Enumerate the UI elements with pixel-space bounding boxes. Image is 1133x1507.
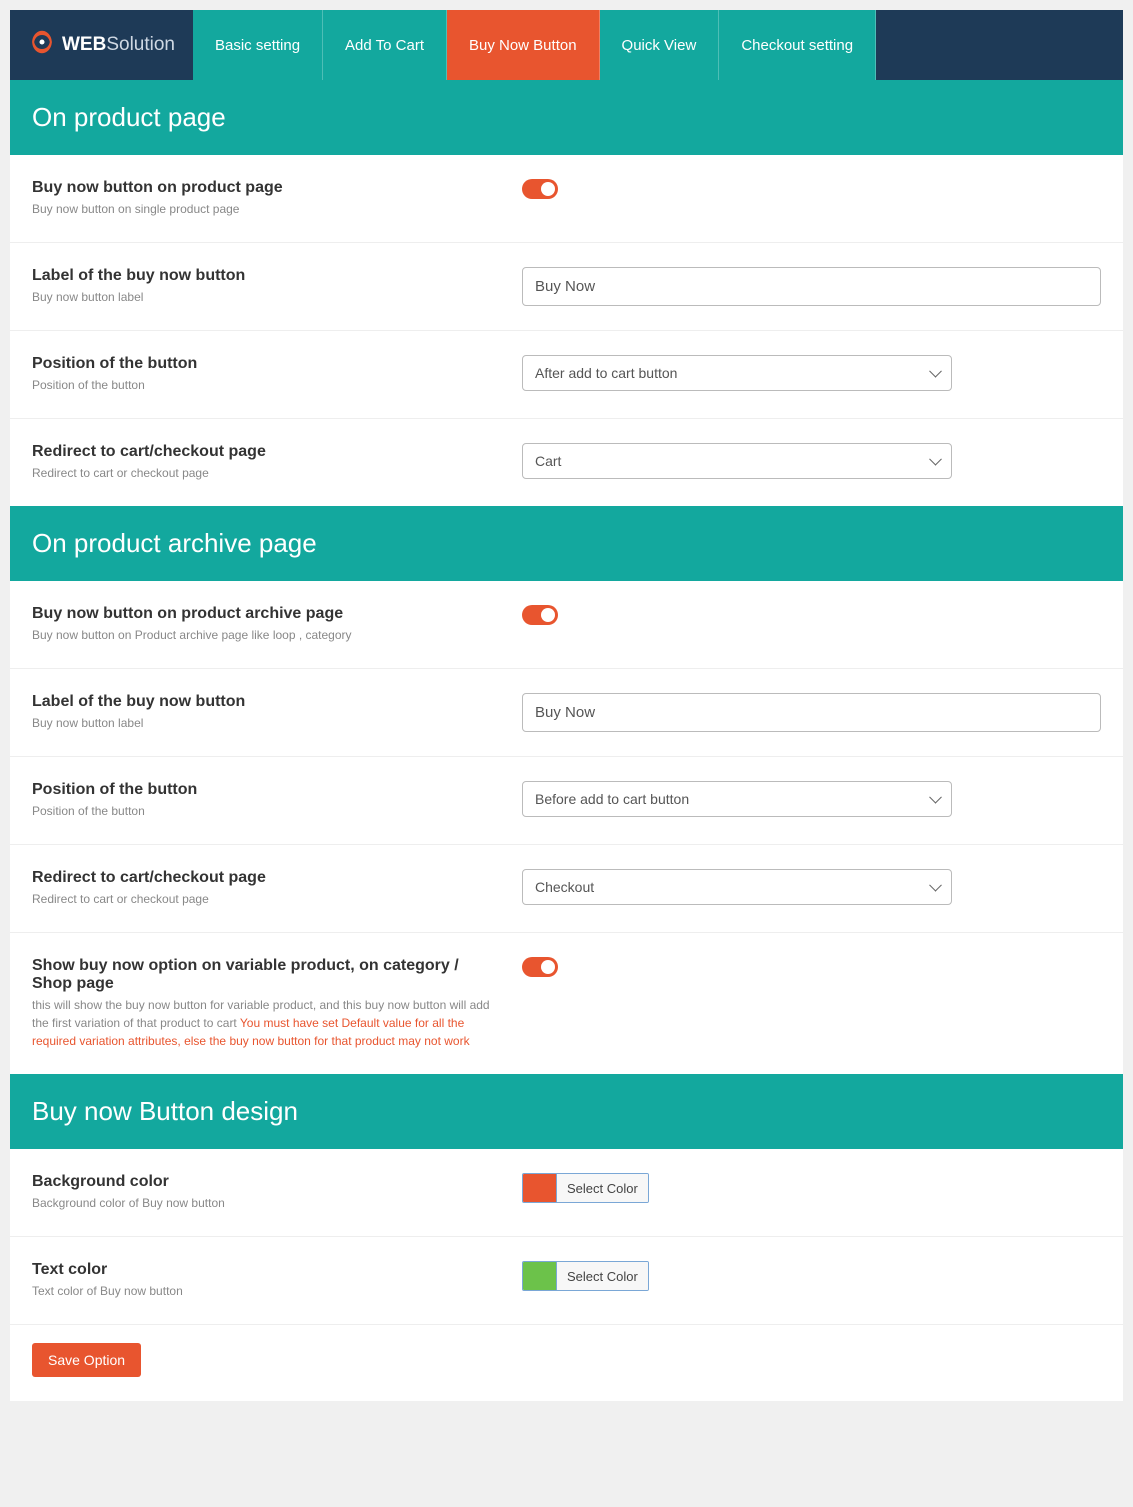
color-swatch [523, 1174, 557, 1202]
setting-desc: Buy now button label [32, 288, 492, 306]
toggle-variable-product[interactable] [522, 957, 558, 977]
color-picker-text[interactable]: Select Color [522, 1261, 649, 1291]
setting-title: Label of the buy now button [32, 267, 492, 285]
setting-title: Background color [32, 1173, 492, 1191]
setting-desc: Redirect to cart or checkout page [32, 464, 492, 482]
setting-desc: Buy now button label [32, 714, 492, 732]
setting-title: Redirect to cart/checkout page [32, 443, 492, 461]
setting-desc: Background color of Buy now button [32, 1194, 492, 1212]
setting-title: Position of the button [32, 781, 492, 799]
setting-title: Redirect to cart/checkout page [32, 869, 492, 887]
input-archive-buy-now-label[interactable] [522, 693, 1101, 732]
select-archive-button-position[interactable]: Before add to cart button [522, 781, 952, 817]
select-archive-redirect-page[interactable]: Checkout [522, 869, 952, 905]
tab-buy-now-button[interactable]: Buy Now Button [447, 10, 600, 80]
color-picker-label: Select Color [557, 1262, 648, 1290]
setting-title: Buy now button on product page [32, 179, 492, 197]
setting-desc: Buy now button on single product page [32, 200, 492, 218]
setting-title: Text color [32, 1261, 492, 1279]
brand-name-light: Solution [106, 34, 175, 55]
setting-title: Show buy now option on variable product,… [32, 957, 492, 993]
tab-bar: Basic setting Add To Cart Buy Now Button… [193, 10, 876, 80]
tab-add-to-cart[interactable]: Add To Cart [323, 10, 447, 80]
toggle-buy-now-archive-page[interactable] [522, 605, 558, 625]
input-buy-now-label[interactable] [522, 267, 1101, 306]
brand-logo: WEBSolution [10, 10, 193, 80]
top-nav: WEBSolution Basic setting Add To Cart Bu… [10, 10, 1123, 80]
brand-icon [28, 28, 56, 62]
select-button-position[interactable]: After add to cart button [522, 355, 952, 391]
setting-desc: Position of the button [32, 802, 492, 820]
setting-desc: Redirect to cart or checkout page [32, 890, 492, 908]
toggle-buy-now-product-page[interactable] [522, 179, 558, 199]
setting-desc: Position of the button [32, 376, 492, 394]
setting-title: Position of the button [32, 355, 492, 373]
select-redirect-page[interactable]: Cart [522, 443, 952, 479]
color-picker-label: Select Color [557, 1174, 648, 1202]
setting-title: Label of the buy now button [32, 693, 492, 711]
setting-desc: Buy now button on Product archive page l… [32, 626, 492, 644]
section-heading-product-page: On product page [10, 80, 1123, 155]
color-swatch [523, 1262, 557, 1290]
topnav-spacer [876, 10, 1123, 80]
section-heading-design: Buy now Button design [10, 1074, 1123, 1149]
setting-desc: Text color of Buy now button [32, 1282, 492, 1300]
tab-basic-setting[interactable]: Basic setting [193, 10, 323, 80]
setting-title: Buy now button on product archive page [32, 605, 492, 623]
setting-desc: this will show the buy now button for va… [32, 996, 492, 1050]
section-heading-archive-page: On product archive page [10, 506, 1123, 581]
tab-quick-view[interactable]: Quick View [600, 10, 720, 80]
save-button[interactable]: Save Option [32, 1343, 141, 1377]
brand-name-bold: WEB [62, 34, 106, 55]
tab-checkout-setting[interactable]: Checkout setting [719, 10, 876, 80]
color-picker-background[interactable]: Select Color [522, 1173, 649, 1203]
